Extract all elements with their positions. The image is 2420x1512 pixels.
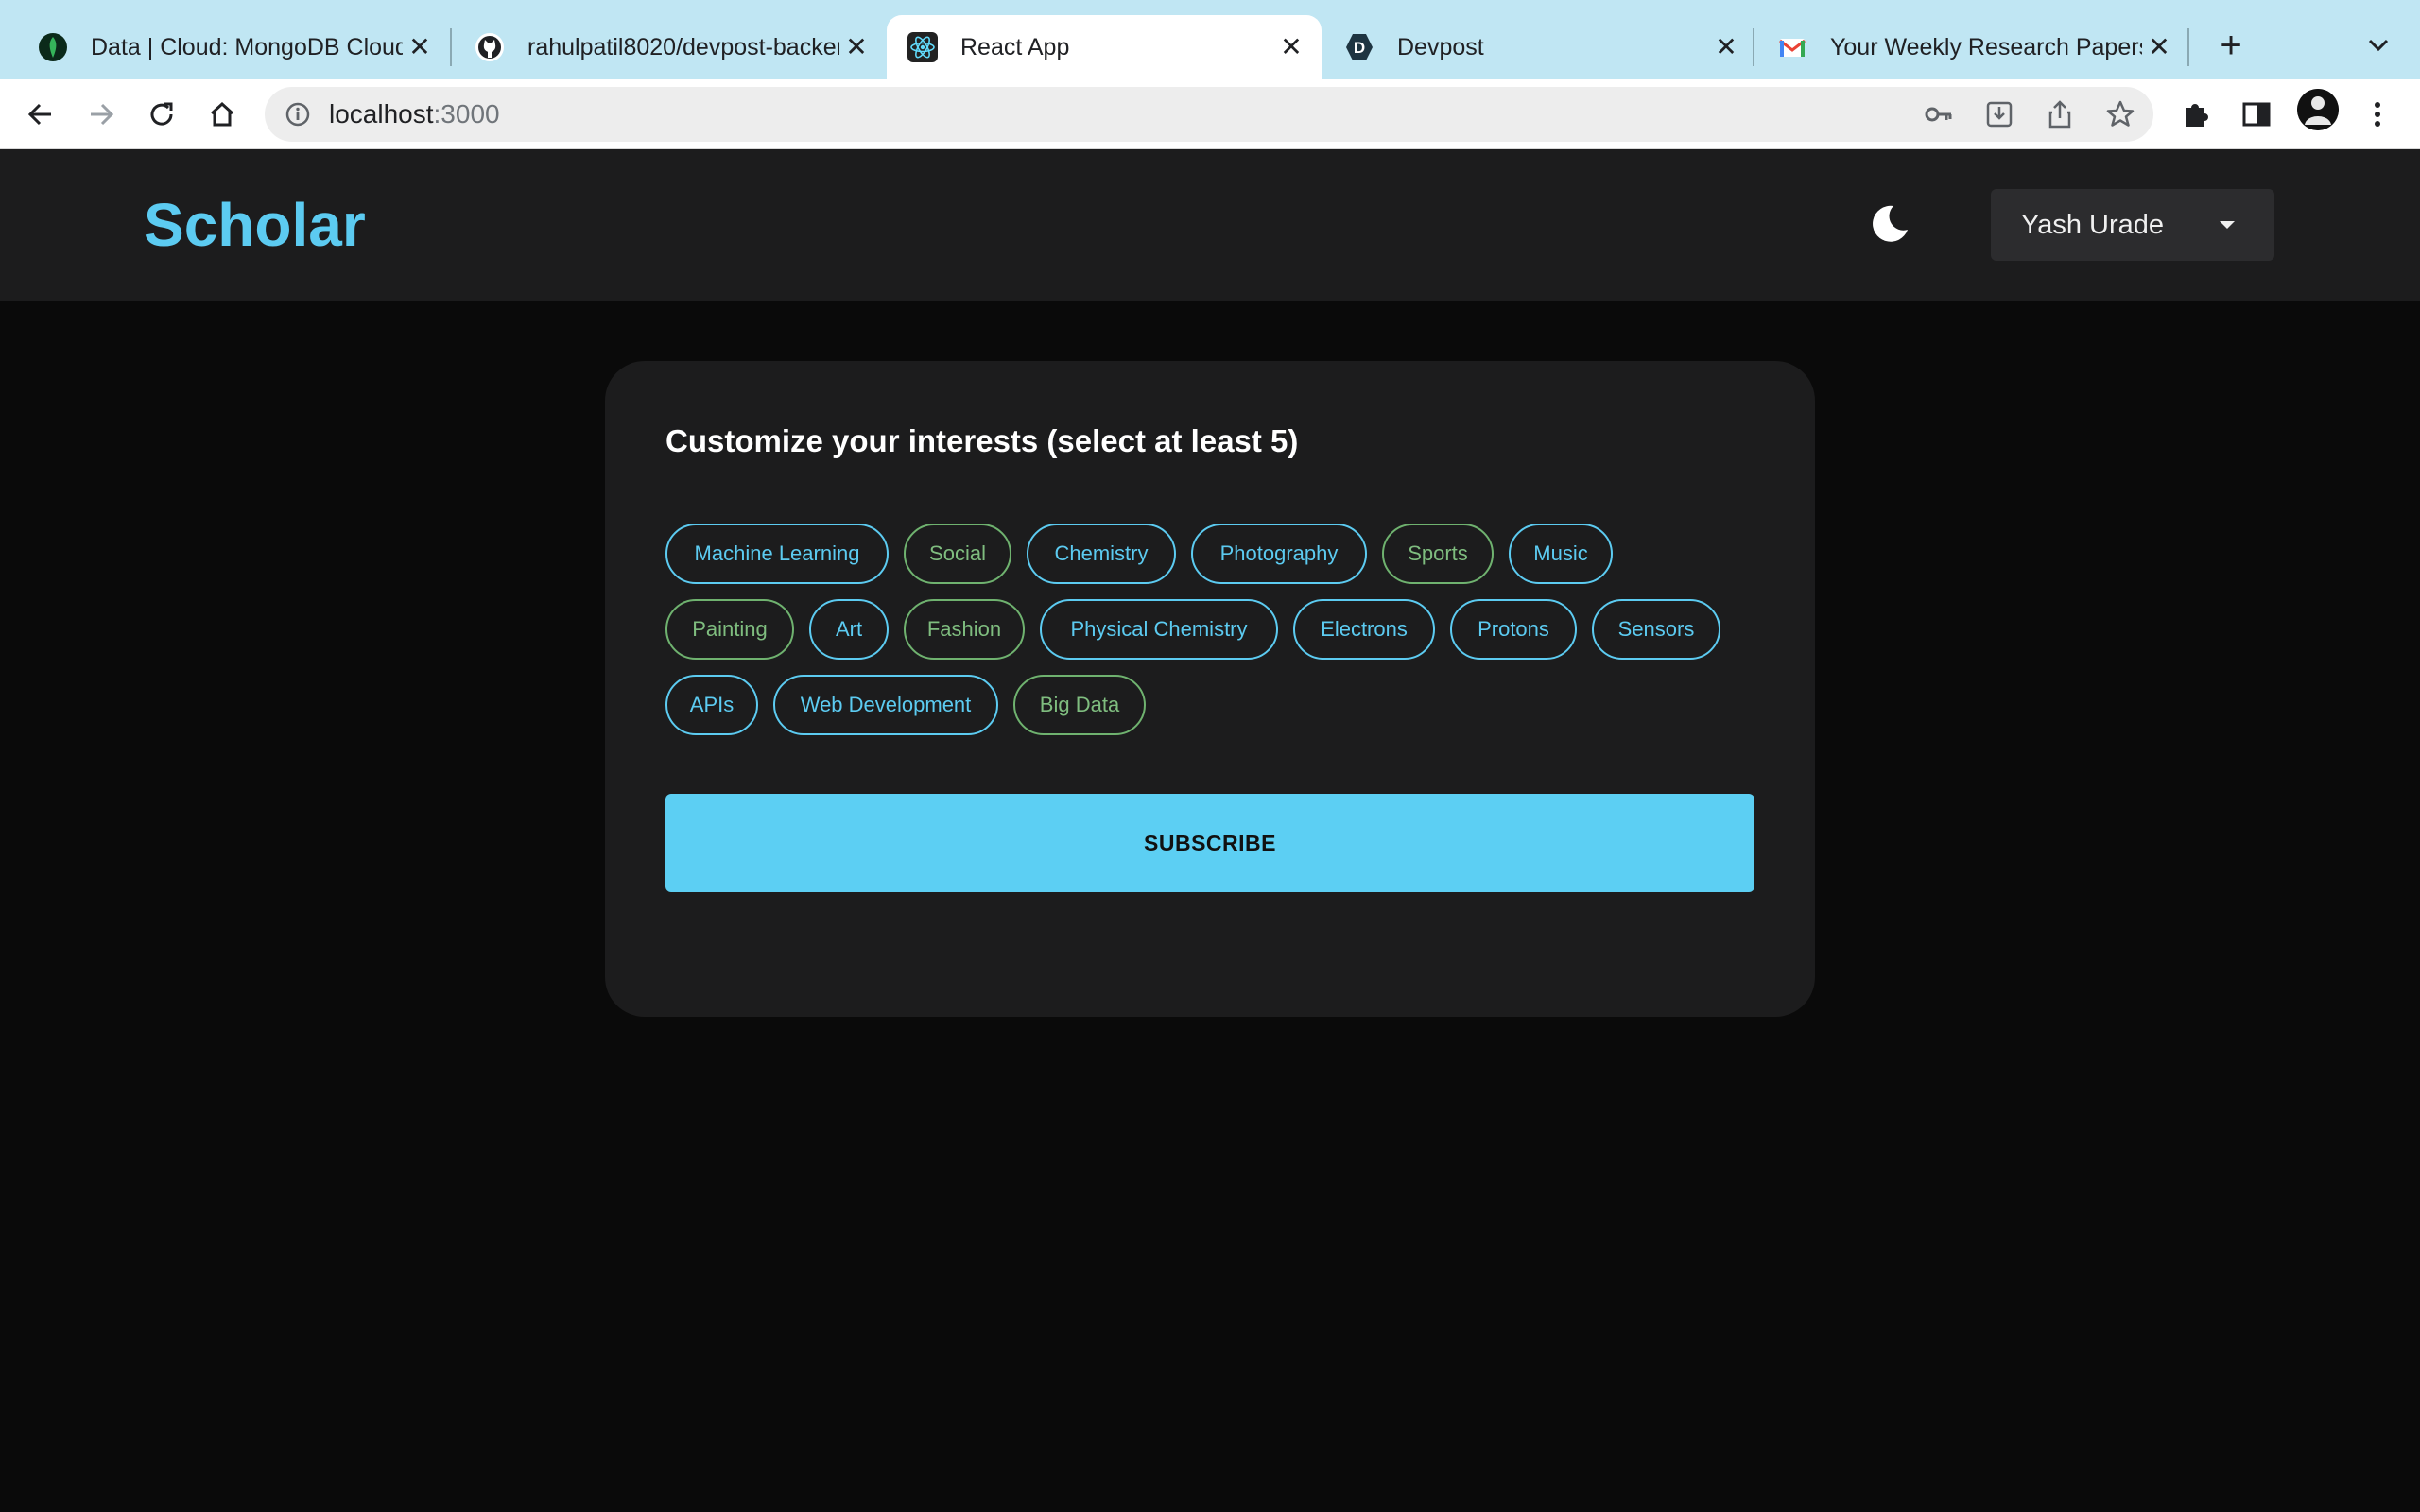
tab-strip: Data | Cloud: MongoDB Cloud ✕ rahulpatil… (0, 0, 2420, 79)
url-host: localhost (329, 99, 434, 129)
tab-devpost[interactable]: D Devpost ✕ (1323, 15, 1754, 79)
interest-chip-painting[interactable]: Painting (666, 599, 794, 660)
tab-separator (1753, 28, 1754, 66)
profile-avatar[interactable] (2297, 89, 2339, 130)
tab-close-button[interactable]: ✕ (1276, 32, 1306, 62)
card-title: Customize your interests (select at leas… (666, 423, 1299, 458)
key-icon[interactable] (1923, 98, 1955, 130)
forward-arrow-icon[interactable] (83, 96, 119, 132)
tab-title: rahulpatil8020/devpost-backend (527, 34, 839, 60)
reload-icon[interactable] (144, 96, 180, 132)
tab-separator (450, 28, 452, 66)
caret-down-icon (2220, 221, 2235, 229)
share-icon[interactable] (2044, 98, 2076, 130)
tab-close-button[interactable]: ✕ (1711, 32, 1741, 62)
tab-react-app[interactable]: React App ✕ (887, 15, 1322, 79)
tab-title: Your Weekly Research Papers (1830, 34, 2142, 60)
site-info-icon[interactable] (284, 100, 312, 129)
interest-chip-social[interactable]: Social (904, 524, 1011, 584)
interest-chip-music[interactable]: Music (1509, 524, 1613, 584)
interest-chip-photography[interactable]: Photography (1191, 524, 1367, 584)
interest-chip-protons[interactable]: Protons (1450, 599, 1577, 660)
interest-chip-fashion[interactable]: Fashion (904, 599, 1025, 660)
browser-toolbar: localhost:3000 (0, 79, 2420, 149)
install-app-icon[interactable] (1983, 98, 2015, 130)
url-port: :3000 (433, 99, 500, 129)
tab-github[interactable]: rahulpatil8020/devpost-backend ✕ (454, 15, 885, 79)
tab-title: Data | Cloud: MongoDB Cloud (91, 34, 403, 60)
interest-chip-web-development[interactable]: Web Development (773, 675, 998, 735)
kebab-menu-icon[interactable] (2360, 96, 2395, 132)
interest-chip-machine-learning[interactable]: Machine Learning (666, 524, 889, 584)
github-icon (475, 33, 504, 61)
mongodb-leaf-icon (39, 33, 67, 61)
tab-separator (2187, 28, 2189, 66)
subscribe-button[interactable]: SUBSCRIBE (666, 794, 1754, 892)
interest-chip-electrons[interactable]: Electrons (1293, 599, 1435, 660)
tab-close-button[interactable]: ✕ (405, 32, 435, 62)
interest-chip-apis[interactable]: APIs (666, 675, 758, 735)
user-menu-dropdown[interactable]: Yash Urade (1991, 189, 2274, 261)
brand-logo[interactable]: Scholar (144, 189, 366, 261)
profile-avatar-icon (2297, 89, 2339, 130)
devpost-icon: D (1346, 34, 1373, 60)
side-panel-icon[interactable] (2238, 96, 2274, 132)
interest-chip-sports[interactable]: Sports (1382, 524, 1494, 584)
gmail-icon (1779, 39, 1806, 57)
interests-card: Customize your interests (select at leas… (605, 361, 1815, 1017)
url-text[interactable]: localhost:3000 (329, 96, 500, 132)
user-name: Yash Urade (2021, 210, 2164, 240)
interest-chip-sensors[interactable]: Sensors (1592, 599, 1720, 660)
tab-title: Devpost (1397, 34, 1484, 60)
svg-text:D: D (1354, 39, 1365, 57)
address-bar[interactable]: localhost:3000 (265, 87, 2153, 142)
back-arrow-icon[interactable] (23, 96, 59, 132)
new-tab-button[interactable]: + (2212, 26, 2250, 64)
moon-icon[interactable] (1868, 202, 1911, 246)
interest-chip-chemistry[interactable]: Chemistry (1027, 524, 1176, 584)
extensions-puzzle-icon[interactable] (2178, 96, 2214, 132)
tab-close-button[interactable]: ✕ (2144, 32, 2174, 62)
tab-mongodb[interactable]: Data | Cloud: MongoDB Cloud ✕ (17, 15, 452, 79)
tab-gmail[interactable]: Your Weekly Research Papers ✕ (1756, 15, 2187, 79)
interest-chip-art[interactable]: Art (809, 599, 889, 660)
app-header: Scholar Yash Urade (0, 149, 2420, 301)
tab-title: React App (960, 34, 1070, 60)
chevron-down-icon[interactable] (2360, 26, 2397, 64)
bookmark-star-icon[interactable] (2104, 98, 2136, 130)
home-icon[interactable] (204, 96, 240, 132)
interest-chip-physical-chemistry[interactable]: Physical Chemistry (1040, 599, 1278, 660)
interest-chip-big-data[interactable]: Big Data (1013, 675, 1146, 735)
tab-close-button[interactable]: ✕ (841, 32, 872, 62)
react-icon (908, 32, 938, 62)
